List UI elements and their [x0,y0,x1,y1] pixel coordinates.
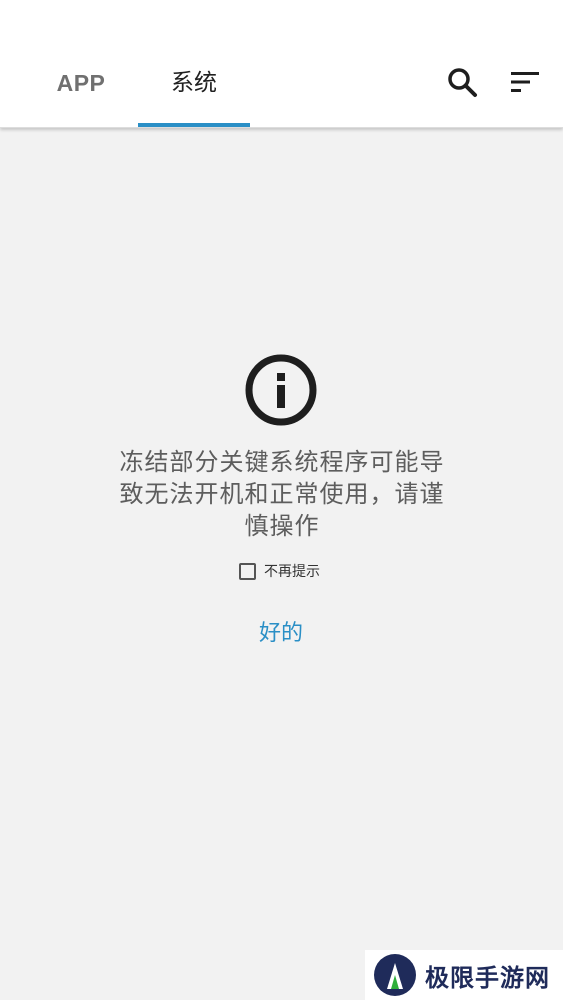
ok-button[interactable]: 好的 [241,614,321,654]
site-watermark: 极限手游网 [365,950,563,1000]
warning-message: 冻结部分关键系统程序可能导致无法开机和正常使用，请谨慎操作 [119,448,445,540]
info-icon [245,354,317,426]
site-watermark-text: 极限手游网 [425,962,550,992]
tab-app[interactable]: APP [30,58,132,108]
dont-show-again-option[interactable]: 不再提示 [239,559,320,583]
tab-indicator [138,123,250,127]
app-bar: APP 系统 [0,0,563,128]
sort-icon [511,72,539,92]
search-icon [448,68,477,97]
site-logo-icon [374,954,416,996]
tab-system[interactable]: 系统 [138,58,250,108]
search-button[interactable] [442,62,482,102]
dont-show-again-checkbox[interactable] [239,562,256,580]
sort-button[interactable] [505,62,545,102]
dont-show-again-label: 不再提示 [264,564,320,580]
